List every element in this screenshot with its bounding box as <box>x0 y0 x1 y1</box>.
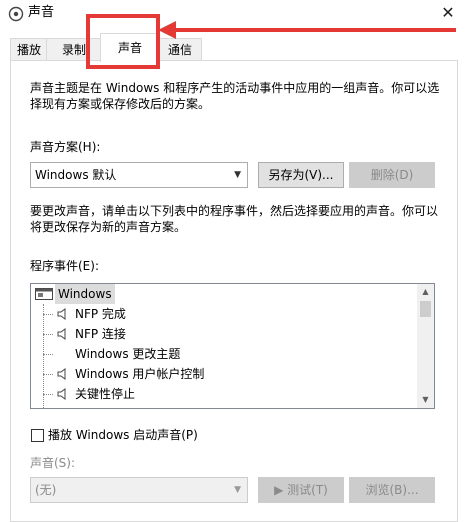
test-button[interactable]: ▶ 测试(T) <box>258 477 344 503</box>
event-label: Windows 更改主题 <box>75 347 181 361</box>
tab-playback[interactable]: 播放 <box>10 38 48 61</box>
browse-button[interactable]: 浏览(B)... <box>349 477 435 503</box>
annotation-highlight-box <box>86 14 160 69</box>
chevron-down-icon: ▼ <box>234 485 241 495</box>
change-description: 要更改声音，请单击以下列表中的程序事件，然后选择要应用的声音。你可以将更改保存为… <box>30 204 439 234</box>
speaker-icon <box>57 308 66 320</box>
sound-label: 声音(S): <box>30 456 76 470</box>
speaker-icon <box>57 388 66 400</box>
list-item[interactable]: Windows 更改主题 <box>31 344 411 364</box>
scheme-label: 声音方案(H): <box>30 140 101 154</box>
events-label: 程序事件(E): <box>30 259 99 273</box>
speaker-icon <box>57 328 66 340</box>
list-item[interactable]: NFP 完成 <box>31 304 411 324</box>
startup-sound-checkbox[interactable] <box>31 429 44 442</box>
sound-value: (无) <box>35 483 57 497</box>
event-label: Windows <box>55 284 115 304</box>
event-label: NFP 连接 <box>75 327 126 341</box>
scroll-down-icon[interactable]: ▼ <box>417 392 434 408</box>
event-label: 关键性停止 <box>75 387 136 401</box>
scheme-dropdown[interactable]: Windows 默认 ▼ <box>30 162 248 188</box>
close-icon[interactable]: ✕ <box>436 2 460 24</box>
annotation-arrow-line <box>166 28 456 32</box>
startup-sound-label[interactable]: 播放 Windows 启动声音(P) <box>48 427 198 443</box>
event-label: NFP 完成 <box>75 307 126 321</box>
speaker-app-icon <box>8 6 24 22</box>
program-events-list[interactable]: Windows NFP 完成 NFP 连接 Windows 更改主题 Windo… <box>30 283 435 409</box>
annotation-arrow-icon <box>158 21 176 39</box>
theme-description: 声音主题是在 Windows 和程序产生的活动事件中应用的一组声音。你可以选择现… <box>30 81 440 111</box>
speaker-icon <box>57 368 66 380</box>
scheme-value: Windows 默认 <box>35 168 117 182</box>
list-item[interactable]: Windows 用户帐户控制 <box>31 364 411 384</box>
scroll-thumb[interactable] <box>420 301 431 317</box>
window-title: 声音 <box>28 5 55 20</box>
event-label: Windows 用户帐户控制 <box>75 367 205 381</box>
chevron-down-icon: ▼ <box>234 170 241 180</box>
list-item[interactable]: NFP 连接 <box>31 324 411 344</box>
sound-dropdown[interactable]: (无) ▼ <box>30 477 248 503</box>
delete-button[interactable]: 删除(D) <box>349 162 435 188</box>
window-icon <box>35 288 53 300</box>
vertical-scrollbar[interactable]: ▲ ▼ <box>417 284 434 408</box>
save-as-button[interactable]: 另存为(V)... <box>258 162 344 188</box>
tab-communications[interactable]: 通信 <box>158 38 202 61</box>
scroll-up-icon[interactable]: ▲ <box>417 284 434 300</box>
list-item[interactable]: 关键性停止 <box>31 384 411 404</box>
